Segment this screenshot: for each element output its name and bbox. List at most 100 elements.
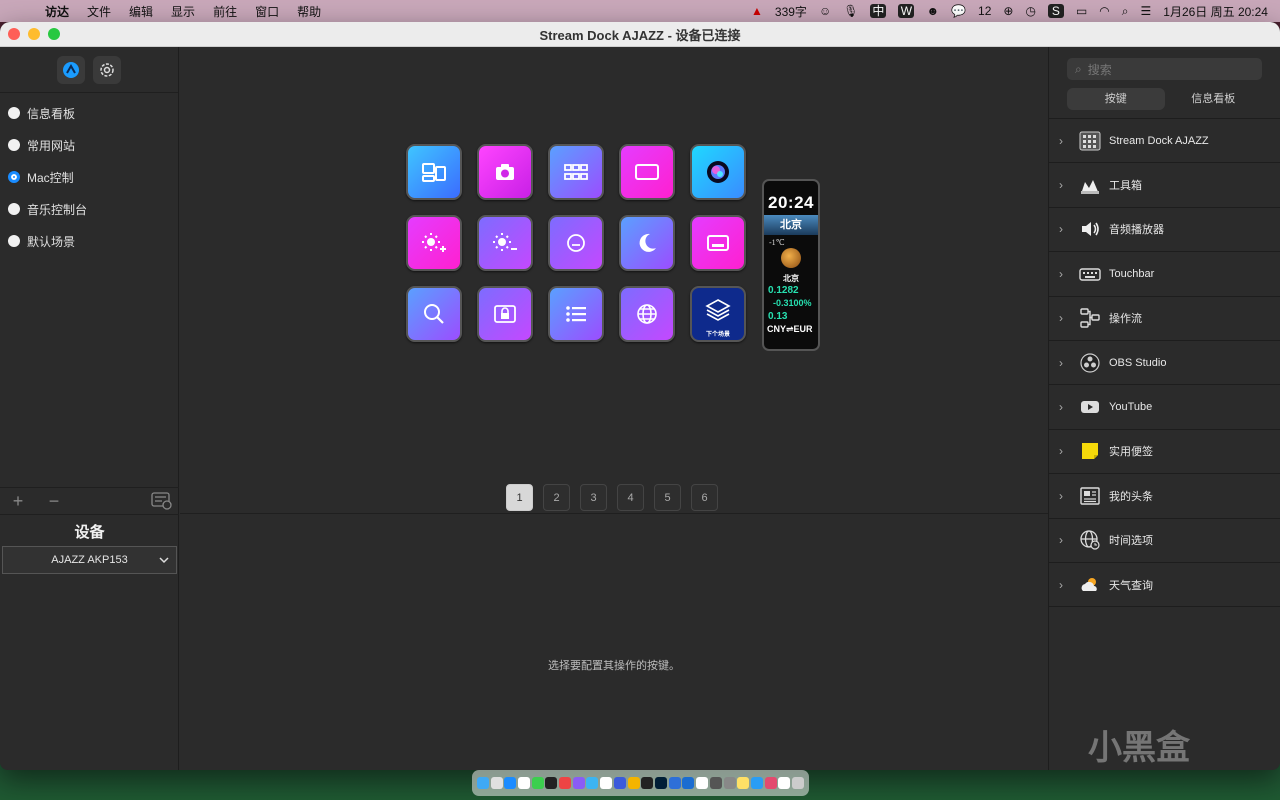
app-icon[interactable] [641,777,654,789]
profile-item[interactable]: Mac控制 [0,161,178,193]
plugin-item[interactable]: › Stream Dock AJAZZ [1049,119,1280,164]
wifi-icon[interactable]: ◠ [1099,4,1109,18]
warning-icon[interactable]: ▲ [751,4,763,18]
app-icon[interactable] [750,777,763,789]
key-lock-screen[interactable] [477,286,533,342]
page-button-6[interactable]: 6 [691,484,718,511]
app-icon[interactable] [682,777,695,789]
word-count[interactable]: 339字 [775,3,807,20]
microphone-icon[interactable]: 🎙 [843,4,858,18]
profile-item[interactable]: 音乐控制台 [0,193,178,225]
app-icon[interactable] [778,777,791,789]
trash-icon[interactable] [792,777,805,789]
plugin-item[interactable]: › 实用便签 [1049,430,1280,475]
plugin-item[interactable]: › 天气查询 [1049,563,1280,608]
s-app-icon[interactable]: S [1047,4,1064,18]
remove-profile-button[interactable]: − [36,491,72,512]
input-method-icon[interactable]: 中 [870,4,887,18]
qq-app-icon[interactable] [545,777,558,789]
app-icon[interactable] [723,777,736,789]
key-search[interactable] [406,286,462,342]
profile-item[interactable]: 常用网站 [0,129,178,161]
profile-item[interactable]: 默认场景 [0,225,178,257]
menu-edit[interactable]: 编辑 [120,3,162,20]
app-icon[interactable] [572,777,585,789]
wps-icon[interactable]: W [898,4,915,18]
plugin-item[interactable]: › 操作流 [1049,297,1280,341]
time-machine-icon[interactable]: ◷ [1025,4,1035,18]
maximize-window-button[interactable] [48,28,60,40]
menu-finder[interactable]: 访达 [36,3,78,20]
menu-help[interactable]: 帮助 [288,3,330,20]
key-list[interactable] [548,286,604,342]
plugin-item[interactable]: › 工具箱 [1049,163,1280,208]
minimize-window-button[interactable] [28,28,40,40]
key-browser[interactable] [619,286,675,342]
bot-icon[interactable]: ☻ [926,4,939,18]
radio-button[interactable] [8,139,20,151]
tab-info-board[interactable]: 信息看板 [1165,88,1263,110]
page-button-3[interactable]: 3 [580,484,607,511]
menu-go[interactable]: 前往 [204,3,246,20]
notes-app-icon[interactable] [737,777,750,789]
launchpad-app-icon[interactable] [490,777,503,789]
key-sleep[interactable] [619,215,675,271]
finder-app-icon[interactable] [476,777,489,789]
chrome-app-icon[interactable] [627,777,640,789]
plugin-item[interactable]: › 我的头条 [1049,474,1280,519]
menu-view[interactable]: 显示 [162,3,204,20]
wechat-icon[interactable]: 💬 [951,4,966,18]
page-button-1[interactable]: 1 [506,484,533,511]
radio-button[interactable] [8,203,20,215]
app-icon[interactable] [709,777,722,789]
control-center-icon[interactable]: ☰ [1141,4,1152,18]
key-launchpad[interactable] [548,144,604,200]
page-button-4[interactable]: 4 [617,484,644,511]
key-screensaver[interactable] [548,215,604,271]
wechat-app-icon[interactable] [531,777,544,789]
profile-item[interactable]: 信息看板 [0,97,178,129]
page-button-5[interactable]: 5 [654,484,681,511]
add-profile-button[interactable]: + [0,491,36,512]
plugin-item[interactable]: › Touchbar [1049,252,1280,297]
key-siri[interactable] [690,144,746,200]
key-brightness-down[interactable] [477,215,533,271]
plugin-search[interactable]: ⌕ 搜索 [1067,58,1262,80]
plugin-store-icon[interactable] [151,492,173,510]
plugin-item[interactable]: › 时间选项 [1049,519,1280,563]
spotlight-icon[interactable]: ⌕ [1122,4,1129,19]
radio-button-selected[interactable] [8,171,20,183]
battery-icon[interactable]: ▭ [1076,4,1087,18]
key-display[interactable] [690,215,746,271]
app-icon[interactable] [764,777,777,789]
clock[interactable]: 1月26日 周五 20:24 [1163,3,1268,20]
info-display-strip[interactable]: 20:24 北京 -1℃ 北京 0.1282 -0.3100% 0.13 CNY… [762,179,820,351]
key-next-scene[interactable]: 下个场景 [690,286,746,342]
key-screenshot[interactable] [477,144,533,200]
settings-button[interactable] [93,55,121,84]
key-window-layout[interactable] [406,144,462,200]
key-brightness-up[interactable] [406,215,462,271]
app-icon[interactable] [600,777,613,789]
radio-button[interactable] [8,107,20,119]
device-dropdown[interactable]: AJAZZ AKP153 [2,546,177,574]
close-window-button[interactable] [8,28,20,40]
tab-keys[interactable]: 按键 [1067,88,1165,110]
app-store-app-icon[interactable] [504,777,517,789]
emoji-icon[interactable]: ☺ [819,4,831,18]
add-circle-icon[interactable]: ⊕ [1003,4,1013,18]
app-icon[interactable] [559,777,572,789]
calendar-app-icon[interactable] [517,777,530,789]
photoshop-app-icon[interactable] [654,777,667,789]
menu-window[interactable]: 窗口 [246,3,288,20]
app-icon[interactable] [668,777,681,789]
plugin-item[interactable]: › 音频播放器 [1049,208,1280,253]
app-icon[interactable] [586,777,599,789]
plugin-item[interactable]: › YouTube [1049,385,1280,430]
menu-file[interactable]: 文件 [78,3,120,20]
key-screen[interactable] [619,144,675,200]
plugin-item[interactable]: › OBS Studio [1049,341,1280,386]
page-button-2[interactable]: 2 [543,484,570,511]
radio-button[interactable] [8,235,20,247]
wps-app-icon[interactable] [696,777,709,789]
